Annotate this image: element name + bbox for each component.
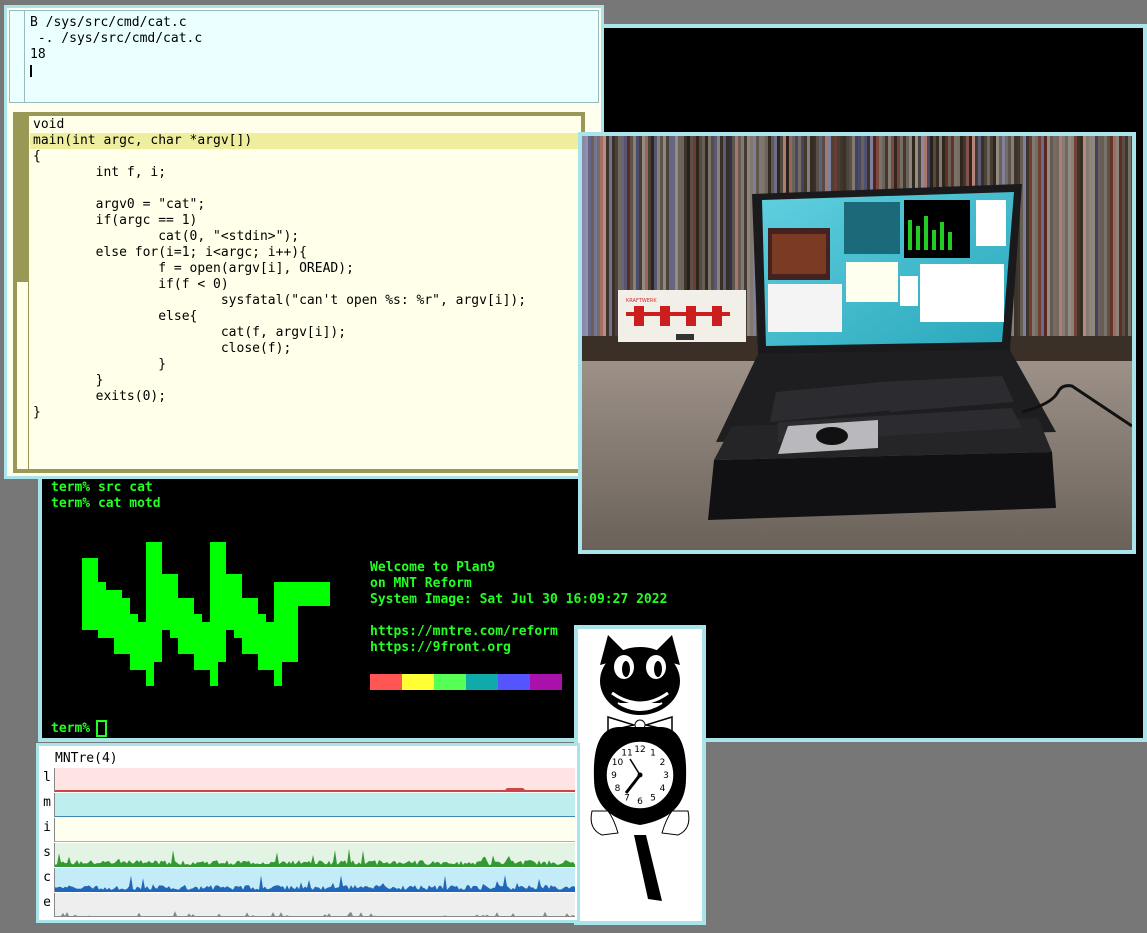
editor-tag-area[interactable]: B /sys/src/cmd/cat.c -. /sys/src/cmd/cat… <box>9 10 599 103</box>
source-code[interactable]: void main(int argc, char *argv[]){ int f,… <box>33 117 526 421</box>
tag-line[interactable]: B /sys/src/cmd/cat.c <box>30 15 202 31</box>
motd-line: on MNT Reform <box>370 576 472 591</box>
stat-label: i <box>40 818 55 842</box>
stat-graph <box>55 818 575 842</box>
clock-number: 10 <box>612 758 624 768</box>
text-cursor <box>96 720 108 737</box>
clock-number: 6 <box>637 797 643 807</box>
stat-graph <box>55 793 575 817</box>
clock-number: 1 <box>650 749 656 759</box>
motd-line: System Image: Sat Jul 30 16:09:27 2022 <box>370 592 668 607</box>
stat-row-e[interactable]: e <box>39 893 577 917</box>
code-line[interactable]: } <box>33 373 526 389</box>
clock-number: 4 <box>660 784 666 794</box>
image-viewer-window[interactable]: KRAFTWERK <box>578 132 1136 554</box>
stat-label: e <box>40 893 55 917</box>
palette-swatch <box>466 674 498 690</box>
clock-number: 7 <box>624 794 630 804</box>
stat-graph <box>55 843 575 867</box>
palette-swatch <box>498 674 530 690</box>
code-line[interactable]: main(int argc, char *argv[]) <box>33 133 526 149</box>
tag-cursor <box>30 63 202 79</box>
clock-number: 2 <box>660 758 666 768</box>
clock-number: 12 <box>634 745 645 755</box>
motd-line: Welcome to Plan9 <box>370 560 496 575</box>
tag-text[interactable]: B /sys/src/cmd/cat.c -. /sys/src/cmd/cat… <box>30 15 202 79</box>
stat-row-m[interactable]: m <box>39 793 577 817</box>
stat-graph <box>55 768 575 792</box>
stat-label: c <box>40 868 55 892</box>
code-line[interactable]: void <box>33 117 526 133</box>
kraftwerk-label: KRAFTWERK <box>626 298 657 304</box>
clock-window[interactable]: 12 1 2 3 4 5 6 7 8 9 10 11 <box>574 625 706 925</box>
code-line[interactable]: if(f < 0) <box>33 277 526 293</box>
editor-window[interactable]: B /sys/src/cmd/cat.c -. /sys/src/cmd/cat… <box>4 5 604 479</box>
stat-graph <box>55 868 575 892</box>
code-line[interactable]: else for(i=1; i<argc; i++){ <box>33 245 526 261</box>
code-line[interactable]: cat(0, "<stdin>"); <box>33 229 526 245</box>
tag-scrollbar[interactable] <box>24 11 25 103</box>
stat-row-l[interactable]: l <box>39 768 577 792</box>
stat-row-i[interactable]: i <box>39 818 577 842</box>
code-line[interactable]: sysfatal("can't open %s: %r", argv[i]); <box>33 293 526 309</box>
stats-window[interactable]: MNTre(4) lmisce <box>36 743 580 923</box>
code-line[interactable]: close(f); <box>33 341 526 357</box>
clock-number: 9 <box>611 771 617 781</box>
terminal-prompt[interactable]: term% <box>51 720 108 737</box>
palette-swatch <box>370 674 402 690</box>
code-line[interactable]: } <box>33 405 526 421</box>
code-line[interactable]: int f, i; <box>33 165 526 181</box>
stat-graph <box>55 893 575 917</box>
code-line[interactable]: exits(0); <box>33 389 526 405</box>
clock-number: 3 <box>663 771 669 781</box>
code-line[interactable]: argv0 = "cat"; <box>33 197 526 213</box>
tag-line[interactable]: -. /sys/src/cmd/cat.c <box>30 31 202 47</box>
terminal-history: term% src cat term% cat motd <box>51 480 161 512</box>
stat-row-s[interactable]: s <box>39 843 577 867</box>
stat-row-c[interactable]: c <box>39 868 577 892</box>
mnt-logo <box>82 542 330 686</box>
cat-clock: 12 12 3 45678 9 1011 <box>578 629 702 921</box>
terminal-line: term% cat motd <box>51 496 161 511</box>
laptop-photo: KRAFTWERK <box>582 136 1134 550</box>
code-line[interactable]: if(argc == 1) <box>33 213 526 229</box>
palette-swatch <box>402 674 434 690</box>
clock-number: 11 <box>621 749 632 759</box>
stats-title: MNTre(4) <box>55 751 118 766</box>
code-line[interactable]: } <box>33 357 526 373</box>
palette-swatch <box>530 674 562 690</box>
palette-swatch <box>434 674 466 690</box>
scrollbar-track[interactable] <box>17 282 29 469</box>
stat-label: s <box>40 843 55 867</box>
clock-number: 5 <box>650 794 656 804</box>
stat-label: l <box>40 768 55 792</box>
motd-line <box>370 608 667 624</box>
code-line[interactable] <box>33 181 526 197</box>
code-line[interactable]: f = open(argv[i], OREAD); <box>33 261 526 277</box>
color-palette <box>370 674 562 690</box>
editor-body[interactable]: void main(int argc, char *argv[]){ int f,… <box>13 112 585 473</box>
code-line[interactable]: cat(f, argv[i]); <box>33 325 526 341</box>
code-line[interactable]: { <box>33 149 526 165</box>
prompt-text: term% <box>51 720 91 736</box>
stat-label: m <box>40 793 55 817</box>
terminal-line: term% src cat <box>51 480 153 495</box>
tag-line[interactable]: 18 <box>30 47 202 63</box>
code-line[interactable]: else{ <box>33 309 526 325</box>
clock-number: 8 <box>615 784 621 794</box>
